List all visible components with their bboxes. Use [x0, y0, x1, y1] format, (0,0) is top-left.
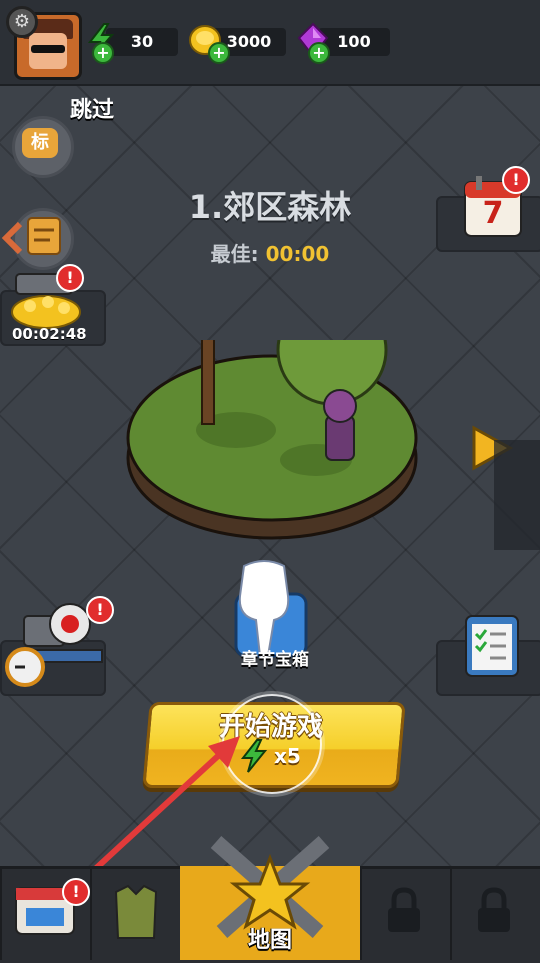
add-gems-button[interactable]: + — [308, 42, 330, 64]
level-title: 1.郊区森林 — [188, 188, 352, 226]
shop-alert-badge: ! — [62, 878, 90, 906]
lock-icon — [478, 887, 510, 932]
checklist-icon — [465, 615, 519, 677]
forest-level-island[interactable] — [126, 340, 418, 540]
locked-level-silhouette — [494, 440, 540, 550]
lock-icon — [388, 887, 420, 932]
add-gold-button[interactable]: + — [208, 42, 230, 64]
add-energy-button[interactable]: + — [92, 42, 114, 64]
settings-gear-icon[interactable]: ⚙ — [6, 6, 38, 38]
gold-chest-alert-badge: ! — [56, 264, 84, 292]
gold-chest-timer: 00:02:48 — [12, 325, 87, 343]
stopwatch-icon — [5, 647, 45, 687]
chapter-chest-label: 章节宝箱 — [241, 650, 309, 670]
armor-vest-icon — [114, 884, 158, 939]
skip-button[interactable]: 跳过 — [70, 92, 114, 124]
tab-map-label: 地图 — [247, 928, 292, 953]
robot-alert-badge: ! — [86, 596, 114, 624]
marker-tag-icon: 标 — [22, 128, 58, 158]
best-time-value: 00:00 — [265, 242, 330, 266]
best-time: 最佳: 00:00 — [0, 238, 540, 267]
best-time-label: 最佳: — [210, 242, 259, 266]
avatar-glasses — [31, 45, 65, 53]
